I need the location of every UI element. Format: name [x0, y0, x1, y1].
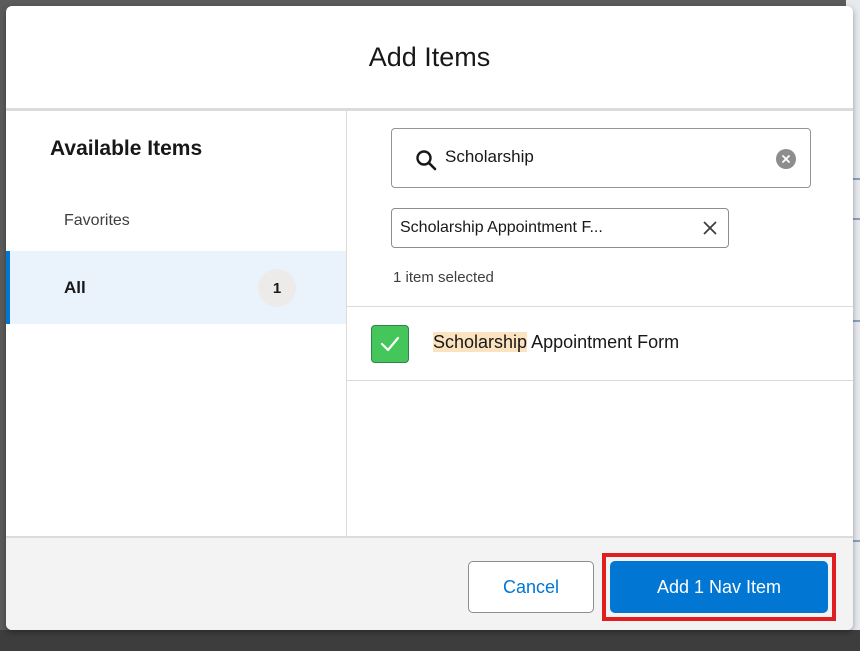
clear-icon[interactable]	[776, 149, 796, 169]
panel-heading: Available Items	[50, 137, 203, 160]
add-nav-item-button[interactable]: Add 1 Nav Item	[610, 561, 828, 613]
count-badge: 1	[258, 269, 296, 307]
nav-item-label: Favorites	[64, 212, 130, 229]
search-icon	[416, 150, 437, 171]
nav-item-label: All	[64, 277, 86, 297]
search-match-highlight: Scholarship	[433, 332, 528, 352]
nav-item-all[interactable]: All 1	[6, 251, 346, 324]
dialog-header: Add Items	[6, 6, 853, 111]
background-overlay	[0, 630, 860, 651]
selection-status: 1 item selected	[393, 269, 494, 286]
search-value: Scholarship	[445, 147, 534, 166]
checkbox-checked[interactable]	[371, 325, 409, 363]
list-item[interactable]: Scholarship Appointment Form	[347, 307, 853, 381]
close-icon[interactable]	[702, 220, 718, 236]
add-items-dialog: Add Items Available Items Favorites All …	[6, 6, 853, 630]
dialog-title: Add Items	[368, 41, 491, 72]
checkmark-icon	[380, 336, 400, 352]
list-item-label: Scholarship Appointment Form	[433, 332, 679, 353]
list-item-label-rest: Appointment Form	[527, 332, 680, 352]
pill-label: Scholarship Appointment F...	[400, 219, 603, 236]
cancel-button[interactable]: Cancel	[468, 561, 594, 613]
item-picker-panel: Scholarship Scholarship Appointment F...…	[347, 111, 853, 536]
nav-item-favorites[interactable]: Favorites	[6, 191, 346, 251]
dialog-body: Available Items Favorites All 1 Scholars…	[6, 111, 853, 536]
dialog-footer: Cancel Add 1 Nav Item	[6, 536, 853, 630]
search-input[interactable]: Scholarship	[391, 128, 811, 188]
selected-item-pill[interactable]: Scholarship Appointment F...	[391, 208, 729, 248]
available-items-panel: Available Items Favorites All 1	[6, 111, 347, 536]
